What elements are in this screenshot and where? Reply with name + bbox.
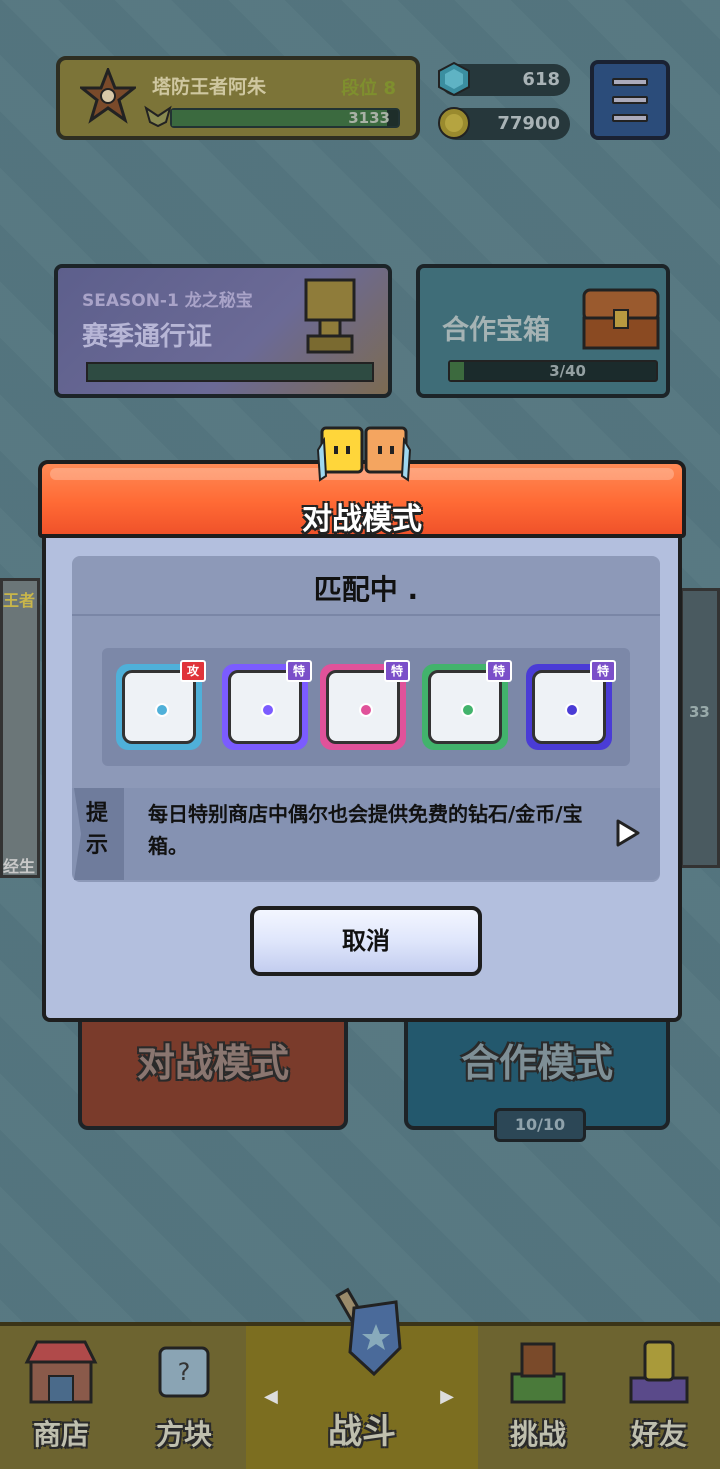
dice-pip-icon (155, 703, 169, 717)
next-tip-arrow-icon[interactable] (614, 818, 642, 848)
dice-type-badge: 特 (286, 660, 312, 682)
dice-type-badge: 攻 (180, 660, 206, 682)
matching-status: 匹配中 . (313, 573, 419, 606)
deck-preview: 攻特特特特 (102, 648, 630, 766)
dice-type-badge: 特 (384, 660, 410, 682)
green-dragon-dice[interactable]: 特 (422, 660, 512, 750)
dice-mascots-icon (316, 426, 412, 482)
battle-matchmaking-dialog: 对战模式 匹配中 . 攻 特 特 特 特 提示 每日特别商店中偶尔也会提供免费的钻石/金… (38, 426, 686, 1022)
hands-dice[interactable]: 特 (526, 660, 616, 750)
rainbow-dice[interactable]: 特 (222, 660, 312, 750)
tip-label-tab: 提示 (74, 788, 124, 880)
tip-label: 提示 (86, 801, 109, 858)
vortex-dice[interactable]: 攻 (116, 660, 206, 750)
dialog-title: 对战模式 (302, 502, 422, 537)
divider (72, 614, 660, 616)
dice-pip-icon (565, 703, 579, 717)
dice-pip-icon (261, 703, 275, 717)
game-background: 塔防王者阿朱 段位 8 3133 618 77900 SEASON-1 龙之秘宝… (0, 0, 720, 1469)
tip-text: 每日特别商店中偶尔也会提供免费的钻石/金币/宝箱。 (148, 802, 583, 858)
pink-dragon-dice[interactable]: 特 (320, 660, 410, 750)
cancel-button[interactable]: 取消 (250, 906, 482, 976)
dice-type-badge: 特 (486, 660, 512, 682)
dice-type-badge: 特 (590, 660, 616, 682)
dice-pip-icon (359, 703, 373, 717)
matching-panel: 匹配中 . 攻 特 特 特 特 提示 每日特别商店中偶尔也会提供免费的钻石/金币/宝箱。 (72, 556, 660, 882)
dice-pip-icon (461, 703, 475, 717)
tip-box[interactable]: 提示 每日特别商店中偶尔也会提供免费的钻石/金币/宝箱。 (72, 788, 660, 880)
dialog-body: 匹配中 . 攻 特 特 特 特 提示 每日特别商店中偶尔也会提供免费的钻石/金币/宝箱。… (42, 526, 682, 1022)
